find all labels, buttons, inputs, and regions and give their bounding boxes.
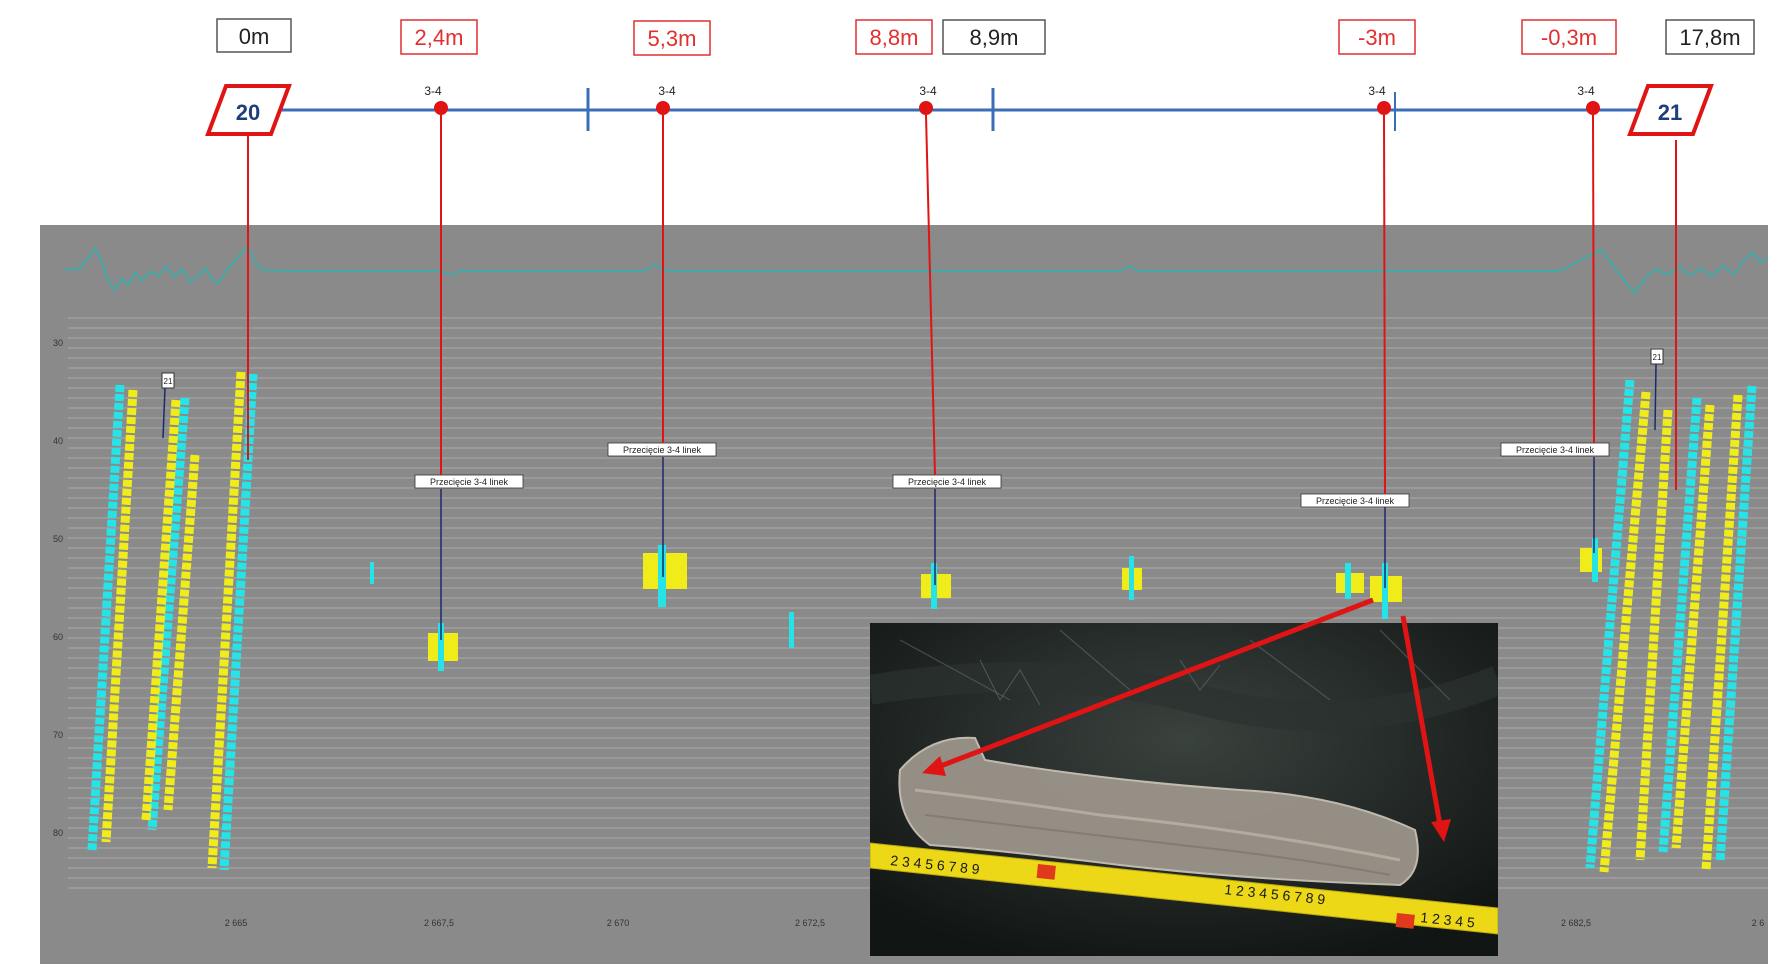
distance-label-minus-0-3m: -0,3m [1521,19,1617,55]
x-tick: 2 670 [607,918,630,928]
svg-text:5,3m: 5,3m [648,26,697,51]
svg-text:17,8m: 17,8m [1679,25,1740,50]
y-tick: 70 [53,730,63,740]
svg-text:-0,3m: -0,3m [1541,25,1597,50]
distance-scale: 0m 2,4m 5,3m 8,8m 8,9m -3m -0,3m 17,8m 2… [205,18,1755,136]
svg-text:Przecięcie 3-4 linek: Przecięcie 3-4 linek [1516,445,1595,455]
leader-line-5 [1592,114,1595,444]
distance-label-8-8m: 8,8m [855,19,933,55]
svg-text:3-4: 3-4 [919,84,937,98]
x-tick: 2 667,5 [424,918,454,928]
svg-text:3-4: 3-4 [658,84,676,98]
y-tick: 30 [53,338,63,348]
svg-text:21: 21 [1658,100,1682,125]
signal-blob [789,612,794,648]
distance-label-17-8m: 17,8m [1665,19,1755,55]
x-tick: 2 6 [1752,918,1765,928]
signal-blob [1345,563,1351,599]
damage-photo: 2 3 4 5 6 7 8 9 1 2 3 4 5 6 7 8 9 1 2 3 … [870,597,1498,956]
y-tick: 40 [53,436,63,446]
svg-text:Przecięcie 3-4 linek: Przecięcie 3-4 linek [1316,496,1395,506]
signal-blob [658,545,666,607]
svg-text:2,4m: 2,4m [415,25,464,50]
signal-blob [1580,548,1602,572]
signal-blob [1592,538,1598,582]
svg-text:3-4: 3-4 [1577,84,1595,98]
svg-text:21: 21 [164,377,173,386]
y-tick: 80 [53,828,63,838]
svg-text:3-4: 3-4 [1368,84,1386,98]
y-tick: 60 [53,632,63,642]
distance-label-0m: 0m [216,18,292,53]
svg-text:8,8m: 8,8m [870,25,919,50]
support-marker-20: 20 [205,84,292,136]
support-marker-21: 21 [1627,84,1714,136]
distance-label-2-4m: 2,4m [400,19,478,55]
svg-text:Przecięcie 3-4 linek: Przecięcie 3-4 linek [623,445,702,455]
svg-text:3-4: 3-4 [424,84,442,98]
svg-text:20: 20 [236,100,260,125]
svg-text:0m: 0m [239,24,270,49]
y-tick: 50 [53,534,63,544]
signal-blob [931,563,937,609]
distance-label-8-9m: 8,9m [942,19,1046,55]
x-tick: 2 665 [225,918,248,928]
x-tick: 2 672,5 [795,918,825,928]
distance-label-5-3m: 5,3m [633,20,711,56]
svg-text:Przecięcie 3-4 linek: Przecięcie 3-4 linek [908,477,987,487]
wire-rope-inspection-diagram: 0m 2,4m 5,3m 8,8m 8,9m -3m -0,3m 17,8m 2… [40,18,1768,964]
signal-blob [370,562,374,584]
svg-text:Przecięcie 3-4 linek: Przecięcie 3-4 linek [430,477,509,487]
signal-blob [1129,556,1134,600]
leader-line-4 [1383,114,1386,495]
svg-text:-3m: -3m [1358,25,1396,50]
distance-label-minus-3m: -3m [1338,19,1416,55]
svg-text:8,9m: 8,9m [970,25,1019,50]
x-tick: 2 682,5 [1561,918,1591,928]
svg-text:21: 21 [1653,353,1662,362]
